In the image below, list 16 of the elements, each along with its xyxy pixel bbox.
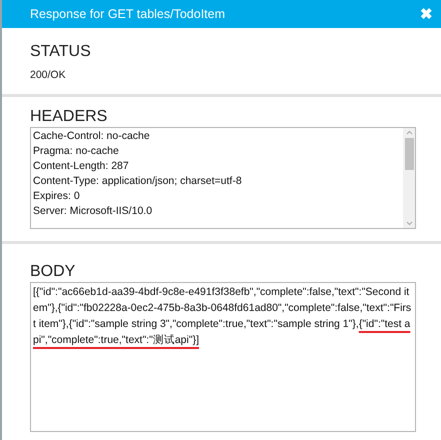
body-box[interactable] bbox=[30, 282, 416, 432]
header-line: Pragma: no-cache bbox=[33, 144, 120, 159]
headers-box[interactable]: Cache-Control: no-cache Pragma: no-cache Content-Length: 287 Content-Type: application/json; charset=utf-8 Expires: 0 Server: Microsoft-IIS/10.0 bbox=[30, 127, 416, 229]
window-title: Response for GET tables/TodoItem bbox=[30, 6, 226, 23]
scroll-thumb[interactable] bbox=[404, 138, 414, 170]
header-line: Cache-Control: no-cache bbox=[33, 129, 151, 144]
section-heading: STATUS bbox=[30, 42, 92, 62]
scrollbar[interactable] bbox=[403, 128, 415, 228]
header-line: Server: Microsoft-IIS/10.0 bbox=[33, 204, 154, 219]
section-heading: BODY bbox=[30, 262, 76, 282]
header-line: Content-Type: application/json; charset=utf-8 bbox=[33, 174, 243, 189]
status-value: 200/OK bbox=[30, 68, 67, 83]
section-heading: HEADERS bbox=[30, 107, 108, 127]
header-line: Content-Length: 287 bbox=[33, 159, 130, 174]
body-text: [{"id":"ac66eb1d-aa39-4bdf-9c8e-e491f3f38efb","complete":false,"text":"Second item"},{"id":"fb02228a-0ec2-475b-8a3b-0648fd61ad80","complete":false,"text":"First item"},{"id":"sample string 3","complete":true,"text":"sample string 1"},{"id":"test api","complete":true,"text":"测试api"}] bbox=[33, 285, 412, 348]
header-line: Expires: 0 bbox=[33, 189, 81, 204]
